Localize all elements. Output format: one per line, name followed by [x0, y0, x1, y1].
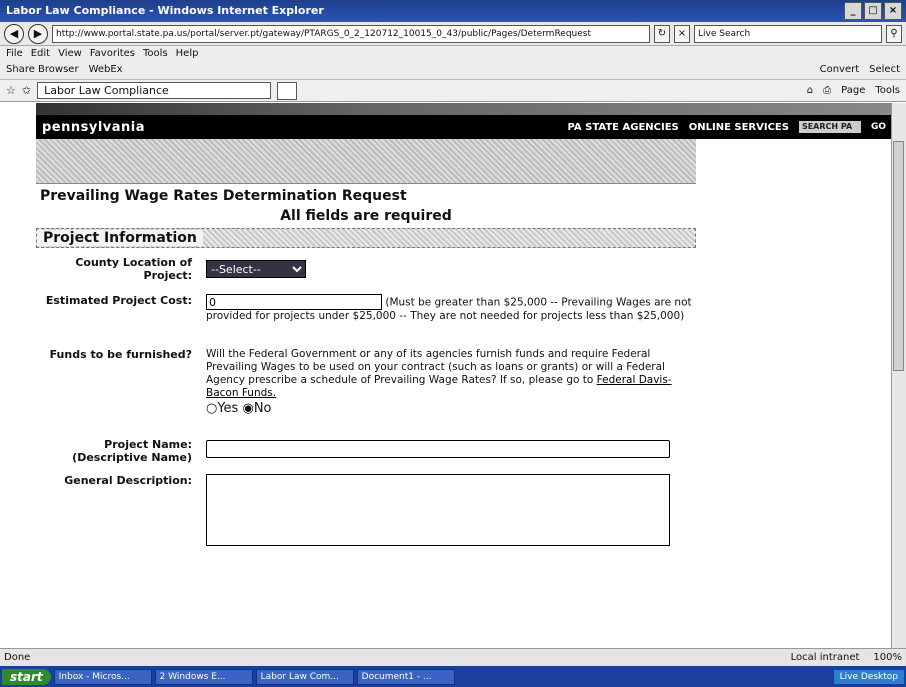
cost-row: Estimated Project Cost: (Must be greater…: [36, 294, 696, 348]
links-toolbar: Share Browser WebEx Convert Select: [0, 62, 906, 80]
taskbar-item[interactable]: Labor Law Com...: [255, 668, 354, 685]
wage-request-form: Prevailing Wage Rates Determination Requ…: [36, 184, 696, 564]
home-icon[interactable]: ⌂: [807, 85, 813, 96]
required-note: All fields are required: [280, 208, 452, 224]
yes-label: Yes: [217, 401, 239, 416]
funds-label: Funds to be furnished?: [49, 348, 192, 361]
site-content: pennsylvania PA STATE AGENCIES ONLINE SE…: [36, 103, 892, 564]
taskbar-item[interactable]: Document1 - ...: [356, 668, 455, 685]
project-name-input[interactable]: [206, 440, 670, 458]
window-title: Labor Law Compliance - Windows Internet …: [6, 4, 324, 17]
menu-view[interactable]: View: [58, 48, 82, 60]
forward-icon[interactable]: ▶: [28, 23, 48, 44]
county-row: County Location of Project: --Select--: [36, 256, 696, 294]
header-banner: [36, 139, 696, 184]
search-input[interactable]: Live Search: [694, 24, 882, 43]
menu-edit[interactable]: Edit: [31, 48, 50, 60]
cost-label: Estimated Project Cost:: [45, 294, 192, 307]
menu-help[interactable]: Help: [176, 48, 199, 60]
tools-menu[interactable]: Tools: [875, 85, 900, 96]
stop-icon[interactable]: ×: [674, 24, 690, 43]
address-toolbar: ◀ ▶ http://www.portal.state.pa.us/portal…: [0, 22, 906, 46]
pa-logo[interactable]: pennsylvania: [42, 120, 145, 135]
menu-file[interactable]: File: [6, 48, 23, 60]
taskbar-item[interactable]: 2 Windows E...: [154, 668, 253, 685]
address-input[interactable]: http://www.portal.state.pa.us/portal/ser…: [52, 24, 650, 43]
refresh-icon[interactable]: ↻: [654, 24, 670, 43]
form-title: Prevailing Wage Rates Determination Requ…: [40, 188, 407, 204]
nav-state-agencies[interactable]: PA STATE AGENCIES: [568, 122, 679, 133]
page-viewport: pennsylvania PA STATE AGENCIES ONLINE SE…: [0, 103, 906, 648]
project-name-row: Project Name: (Descriptive Name): [36, 438, 696, 474]
select-button[interactable]: Select: [869, 64, 900, 77]
window-titlebar: Labor Law Compliance - Windows Internet …: [0, 0, 906, 22]
taskbar: start Inbox - Micros... 2 Windows E... L…: [0, 666, 906, 687]
convert-button[interactable]: Convert: [820, 64, 860, 77]
system-tray: Live Desktop: [833, 669, 904, 684]
no-label: No: [253, 401, 272, 416]
tab-bar: ☆ ✩ Labor Law Compliance ⌂ ⎙ Page Tools: [0, 80, 906, 102]
add-favorites-icon[interactable]: ✩: [22, 84, 31, 97]
section-title: Project Information: [37, 230, 203, 246]
menu-favorites[interactable]: Favorites: [90, 48, 135, 60]
zone-text: Local intranet: [790, 652, 860, 663]
start-button[interactable]: start: [2, 668, 51, 685]
close-icon[interactable]: ×: [884, 2, 902, 20]
description-row: General Description:: [36, 474, 696, 564]
site-search-input[interactable]: SEARCH PA: [798, 121, 861, 133]
funds-row: Funds to be furnished? Will the Federal …: [36, 348, 696, 438]
status-bar: Done Local intranet 100%: [0, 648, 906, 666]
print-icon[interactable]: ⎙: [823, 85, 831, 96]
project-name-label: Project Name: (Descriptive Name): [72, 438, 192, 464]
funds-radio-group: ○Yes ◉No: [206, 402, 696, 415]
new-tab-button[interactable]: [277, 81, 298, 100]
nav-online-services[interactable]: ONLINE SERVICES: [689, 122, 789, 133]
link-webex[interactable]: WebEx: [89, 64, 123, 77]
minimize-icon[interactable]: _: [844, 2, 862, 20]
vertical-scrollbar[interactable]: [891, 103, 906, 648]
county-select[interactable]: --Select--: [206, 260, 306, 278]
cost-input[interactable]: [206, 294, 382, 310]
taskbar-item[interactable]: Inbox - Micros...: [53, 668, 152, 685]
section-header: Project Information: [36, 228, 696, 248]
menu-tools[interactable]: Tools: [143, 48, 168, 60]
site-search-go-button[interactable]: GO: [871, 122, 886, 132]
search-icon[interactable]: ⚲: [886, 24, 902, 43]
page-menu[interactable]: Page: [841, 85, 865, 96]
top-stripe: [36, 103, 892, 115]
description-textarea[interactable]: [206, 474, 670, 546]
back-icon[interactable]: ◀: [4, 23, 24, 44]
description-label: General Description:: [64, 474, 192, 487]
no-radio[interactable]: ◉: [242, 401, 253, 416]
maximize-icon[interactable]: □: [864, 2, 882, 20]
yes-radio[interactable]: ○: [206, 401, 217, 416]
favorites-star-icon[interactable]: ☆: [6, 84, 16, 97]
tab-labor-law[interactable]: Labor Law Compliance: [37, 82, 272, 99]
window-controls: _ □ ×: [844, 2, 902, 20]
county-label: County Location of Project:: [75, 256, 192, 282]
link-share-browser[interactable]: Share Browser: [6, 64, 79, 77]
menu-bar: File Edit View Favorites Tools Help: [0, 46, 906, 62]
scrollbar-thumb[interactable]: [893, 141, 904, 371]
pa-header-bar: pennsylvania PA STATE AGENCIES ONLINE SE…: [36, 115, 892, 139]
status-text: Done: [4, 652, 31, 663]
zoom-level[interactable]: 100%: [873, 652, 902, 663]
